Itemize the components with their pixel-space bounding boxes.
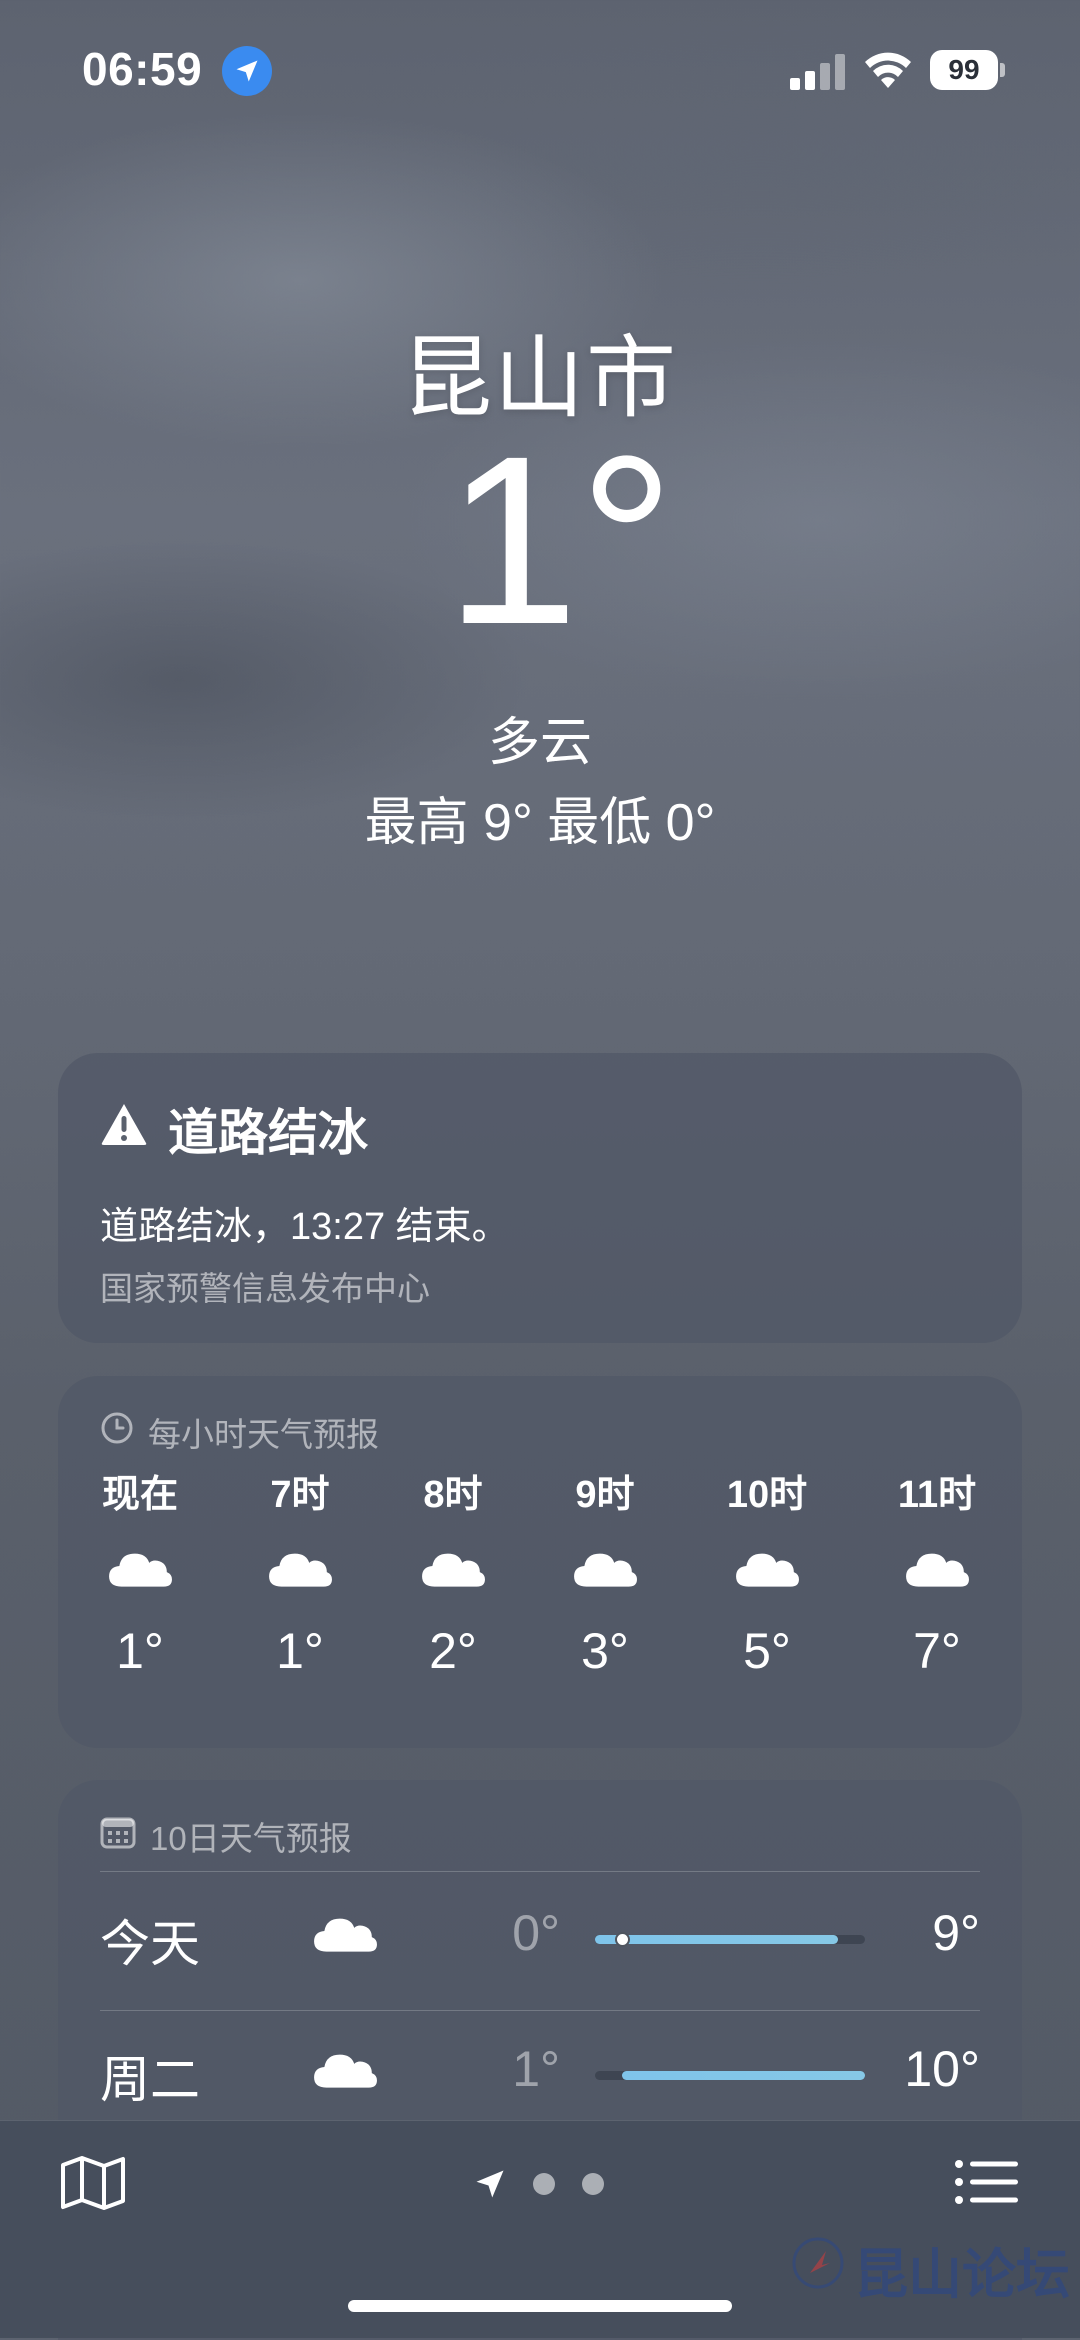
hourly-item: 现在 1° — [65, 1465, 215, 1715]
current-temperature: 1° — [445, 406, 675, 674]
hour-label: 9时 — [575, 1474, 635, 1516]
clock-icon — [100, 1411, 134, 1453]
location-page-indicator[interactable] — [472, 2166, 508, 2202]
day-high-temperature: 9° — [932, 1905, 980, 1961]
hour-temperature: 1° — [276, 1623, 324, 1679]
current-temp-marker — [615, 1932, 630, 1947]
temperature-range-fill — [622, 2071, 865, 2080]
cellular-signal-icon — [790, 54, 846, 90]
day-low-temperature: 0° — [512, 1905, 560, 1961]
map-icon[interactable] — [60, 2155, 126, 2211]
status-time: 06:59 — [82, 43, 203, 95]
hourly-item: 9时 3° — [530, 1465, 680, 1715]
battery-icon: 99 — [930, 50, 1006, 90]
alert-title-text: 道路结冰 — [168, 1105, 368, 1161]
hourly-forecast-title: 每小时天气预报 — [148, 1416, 379, 1453]
day-label: 今天 — [100, 1916, 200, 1972]
battery-level: 99 — [930, 50, 998, 90]
daily-forecast-title: 10日天气预报 — [150, 1820, 352, 1857]
hour-temperature: 1° — [116, 1623, 164, 1679]
cloud-icon — [692, 1525, 842, 1611]
hour-temperature: 3° — [581, 1623, 629, 1679]
hourly-forecast-header: 每小时天气预报 — [100, 1408, 379, 1456]
weather-condition: 多云 — [487, 714, 592, 772]
hour-label: 11时 — [897, 1474, 977, 1516]
alert-body: 道路结冰，13:27 结束。 — [100, 1206, 510, 1248]
day-label: 周二 — [100, 2052, 200, 2108]
daily-forecast-header: 10日天气预报 — [100, 1812, 352, 1860]
hourly-item: 8时 2° — [378, 1465, 528, 1715]
hourly-item: 10时 5° — [692, 1465, 842, 1715]
cloud-icon — [530, 1525, 680, 1611]
alert-title: 道路结冰 — [100, 1093, 368, 1165]
home-indicator[interactable] — [348, 2300, 732, 2312]
hour-label: 7时 — [270, 1474, 330, 1516]
warning-triangle-icon — [100, 1100, 148, 1158]
page-dot[interactable] — [582, 2173, 604, 2195]
hour-temperature: 2° — [429, 1623, 477, 1679]
alert-source: 国家预警信息发布中心 — [100, 1270, 430, 1307]
temperature-range-fill — [595, 1935, 838, 1944]
cloud-icon — [378, 1525, 528, 1611]
hourly-item: 11时 7° — [862, 1465, 1012, 1715]
cloud-icon — [312, 1912, 378, 1959]
hour-temperature: 5° — [743, 1623, 791, 1679]
list-icon[interactable] — [954, 2158, 1018, 2206]
temperature-range-bar — [595, 1932, 865, 1947]
hour-temperature: 7° — [913, 1623, 961, 1679]
daily-forecast-row[interactable]: 今天 0° 9° — [100, 1872, 980, 2008]
watermark-text: 昆山论坛 — [854, 2242, 1070, 2306]
watermark-logo-icon — [790, 2235, 846, 2304]
page-dot[interactable] — [533, 2173, 555, 2195]
calendar-icon — [100, 1815, 136, 1857]
location-arrow-icon — [222, 46, 272, 96]
high-low-temperature: 最高 9° 最低 0° — [364, 794, 716, 852]
temperature-range-bar — [595, 2071, 865, 2080]
forum-watermark: 昆山论坛 — [790, 2230, 1070, 2309]
wifi-icon — [864, 50, 912, 90]
hour-label: 10时 — [726, 1474, 808, 1516]
cloud-icon — [862, 1525, 1012, 1611]
hour-label: 现在 — [101, 1474, 178, 1516]
cloud-icon — [65, 1525, 215, 1611]
hour-label: 8时 — [423, 1474, 483, 1516]
day-low-temperature: 1° — [512, 2041, 560, 2097]
cloud-icon — [312, 2048, 378, 2095]
cloud-icon — [225, 1525, 375, 1611]
hourly-item: 7时 1° — [225, 1465, 375, 1715]
day-high-temperature: 10° — [904, 2041, 980, 2097]
